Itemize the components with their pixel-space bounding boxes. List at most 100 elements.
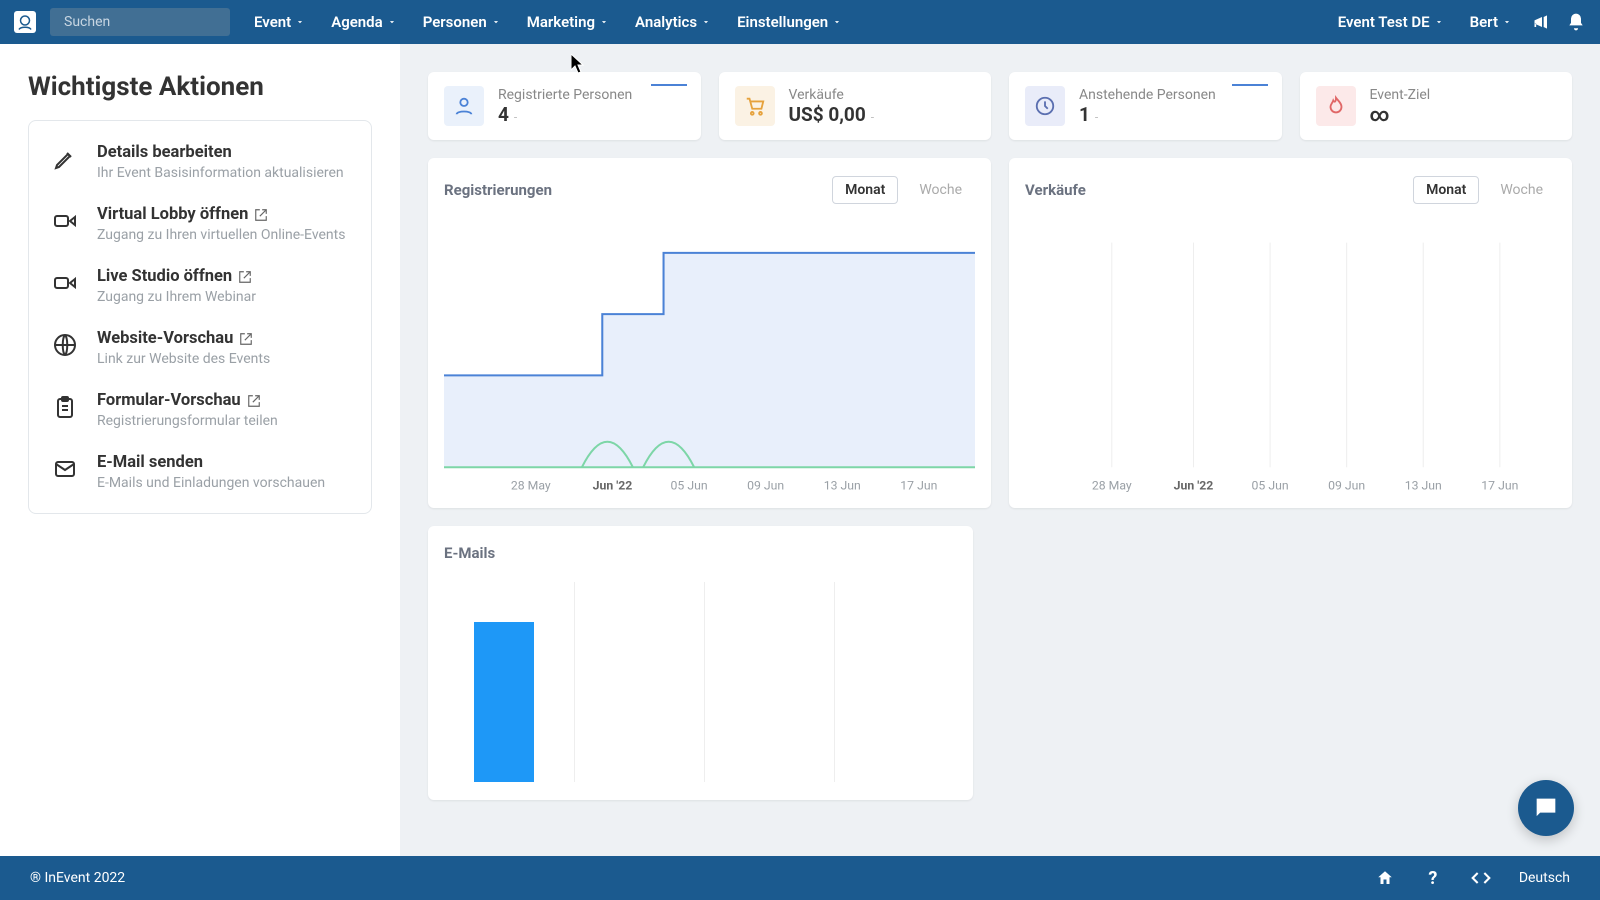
nav-agenda[interactable]: Agenda [321,9,407,35]
home-icon[interactable] [1375,868,1395,888]
external-link-icon [238,270,252,284]
action-sub: E-Mails und Einladungen vorschauen [97,475,325,491]
chevron-down-icon [1434,17,1444,27]
content: Registrierte Personen4 - VerkäufeUS$ 0,0… [400,44,1600,856]
search-input[interactable] [64,14,242,30]
kpi-value: 1 - [1079,103,1216,126]
user-menu[interactable]: Bert [1464,9,1518,35]
pencil-icon [51,145,79,173]
toggle-month[interactable]: Monat [1413,176,1479,204]
sales-chart: 28 May Jun '22 05 Jun 09 Jun 13 Jun 17 J… [1025,212,1556,498]
kpi-sales[interactable]: VerkäufeUS$ 0,00 - [719,72,992,140]
kpi-registered[interactable]: Registrierte Personen4 - [428,72,701,140]
chevron-down-icon [701,17,711,27]
kpi-value: US$ 0,00 - [789,103,875,126]
chart-sales: Verkäufe Monat Woche 28 May [1009,158,1572,508]
action-sub: Zugang zu Ihrem Webinar [97,289,256,305]
chevron-down-icon [295,17,305,27]
fire-icon [1316,86,1356,126]
chart-registrations: Registrierungen Monat Woche [428,158,991,508]
chart-toggle: Monat Woche [1413,176,1556,204]
video-icon [51,269,79,297]
video-icon [51,207,79,235]
kpi-row: Registrierte Personen4 - VerkäufeUS$ 0,0… [428,72,1572,140]
mail-icon [51,455,79,483]
toggle-week[interactable]: Woche [1487,176,1556,204]
action-website-preview[interactable]: Website-Vorschau Link zur Website des Eve… [29,317,371,379]
clock-icon [1025,86,1065,126]
nav-event[interactable]: Event [244,9,315,35]
action-title: Formular-Vorschau [97,391,241,410]
code-icon[interactable] [1471,868,1491,888]
sidebar-title: Wichtigste Aktionen [28,72,372,102]
chat-icon [1532,794,1560,822]
action-title: E-Mail senden [97,453,203,472]
email-bar [474,622,534,782]
kpi-goal[interactable]: Event-Ziel∞ [1300,72,1573,140]
nav-marketing[interactable]: Marketing [517,9,619,35]
action-title: Live Studio öffnen [97,267,232,286]
kpi-label: Event-Ziel [1370,87,1431,103]
kpi-label: Verkäufe [789,87,875,103]
search-box[interactable] [50,8,230,36]
svg-text:13 Jun: 13 Jun [1405,479,1442,493]
action-title: Website-Vorschau [97,329,233,348]
action-virtual-lobby[interactable]: Virtual Lobby öffnen Zugang zu Ihren virt… [29,193,371,255]
chart-title: Registrierungen [444,181,552,199]
chat-bubble[interactable] [1518,780,1574,836]
kpi-value: 4 - [498,103,632,126]
action-live-studio[interactable]: Live Studio öffnen Zugang zu Ihrem Webina… [29,255,371,317]
svg-text:09 Jun: 09 Jun [747,479,784,493]
action-title: Virtual Lobby öffnen [97,205,248,224]
sparkline [651,84,687,86]
registrations-chart: 28 May Jun '22 05 Jun 09 Jun 13 Jun 17 J… [444,212,975,498]
footer-language[interactable]: Deutsch [1519,870,1570,886]
action-send-email[interactable]: E-Mail senden E-Mails und Einladungen vor… [29,441,371,503]
svg-text:28 May: 28 May [1092,479,1132,493]
chart-title: E-Mails [444,544,957,562]
navbar: Event Agenda Personen Marketing Analytic… [0,0,1600,44]
logo[interactable] [14,11,36,33]
main-layout: Wichtigste Aktionen Details bearbeitenIh… [0,44,1600,856]
svg-text:05 Jun: 05 Jun [1252,479,1289,493]
external-link-icon [247,394,261,408]
kpi-pending[interactable]: Anstehende Personen1 - [1009,72,1282,140]
chevron-down-icon [491,17,501,27]
nav-right: Event Test DE Bert [1332,9,1586,35]
megaphone-icon[interactable] [1532,12,1552,32]
emails-row: E-Mails [428,526,1572,800]
chart-title: Verkäufe [1025,181,1086,199]
svg-text:Jun '22: Jun '22 [1174,479,1214,493]
help-icon[interactable]: ? [1423,868,1443,888]
nav-einstellungen[interactable]: Einstellungen [727,9,852,35]
action-sub: Zugang zu Ihren virtuellen Online-Events [97,227,345,243]
footer-copyright: ® InEvent 2022 [30,870,125,886]
sparkline [1232,84,1268,86]
action-sub: Link zur Website des Events [97,351,270,367]
action-form-preview[interactable]: Formular-Vorschau Registrierungsformular … [29,379,371,441]
event-selector[interactable]: Event Test DE [1332,9,1450,35]
chevron-down-icon [599,17,609,27]
nav-items: Event Agenda Personen Marketing Analytic… [244,9,852,35]
chart-toggle: Monat Woche [832,176,975,204]
action-edit-details[interactable]: Details bearbeitenIhr Event Basisinforma… [29,131,371,193]
svg-text:09 Jun: 09 Jun [1328,479,1365,493]
emails-bar-chart [444,582,957,782]
chart-row: Registrierungen Monat Woche [428,158,1572,508]
nav-analytics[interactable]: Analytics [625,9,721,35]
chevron-down-icon [832,17,842,27]
person-icon [444,86,484,126]
toggle-week[interactable]: Woche [906,176,975,204]
cart-icon [735,86,775,126]
actions-card: Details bearbeitenIhr Event Basisinforma… [28,120,372,514]
chevron-down-icon [387,17,397,27]
svg-text:17 Jun: 17 Jun [1481,479,1518,493]
globe-icon [51,331,79,359]
nav-personen[interactable]: Personen [413,9,511,35]
bell-icon[interactable] [1566,12,1586,32]
svg-text:13 Jun: 13 Jun [824,479,861,493]
action-sub: Ihr Event Basisinformation aktualisieren [97,165,344,181]
kpi-label: Registrierte Personen [498,87,632,103]
action-sub: Registrierungsformular teilen [97,413,278,429]
toggle-month[interactable]: Monat [832,176,898,204]
